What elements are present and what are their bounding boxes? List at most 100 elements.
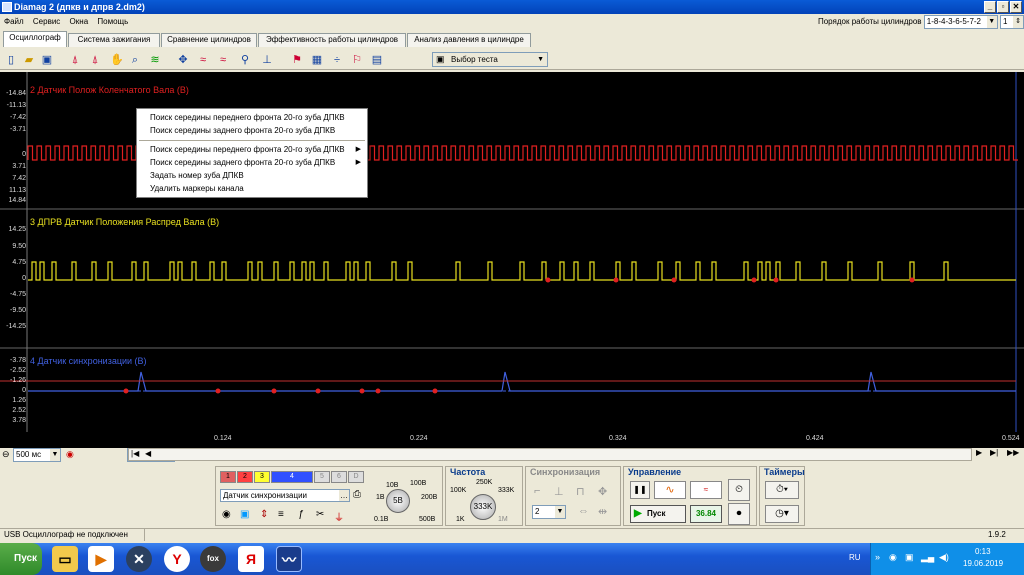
cursor-a-icon[interactable]: ⍋ — [68, 53, 82, 67]
channel-3-button[interactable]: 3 — [254, 471, 270, 483]
channel-4-button[interactable]: 4 — [271, 471, 313, 483]
channel-5-button[interactable]: 5 — [314, 471, 330, 483]
range-knob[interactable]: 5В — [386, 489, 410, 513]
start-button-taskbar[interactable]: Пуск — [0, 543, 42, 575]
more-icon[interactable]: … — [339, 490, 349, 501]
status-version: 1.9.2 — [988, 530, 1006, 539]
pulse-icon[interactable]: ⊓ — [576, 485, 585, 498]
tab-pressure-analysis[interactable]: Анализ давления в цилиндре — [407, 33, 531, 47]
timer-2-button[interactable]: ◷▾ — [765, 505, 799, 523]
xmind-icon[interactable]: ✕ — [126, 546, 152, 572]
menu-file[interactable]: Файл — [4, 17, 24, 26]
menu-item-find-trailing-edge-sub[interactable]: Поиск середины заднего фронта 20-го зуба… — [137, 156, 367, 169]
menu-help[interactable]: Помощь — [97, 17, 128, 26]
close-button[interactable]: ✕ — [1010, 1, 1022, 13]
rising-edge-icon[interactable]: ⌐ — [534, 485, 540, 497]
axis-label: 0 — [22, 387, 26, 394]
timer-1-button[interactable]: ⏱▾ — [765, 481, 799, 499]
auto-scale-icon[interactable]: ≋ — [148, 53, 162, 67]
grid-icon[interactable]: ▦ — [310, 53, 324, 67]
scroll-first-icon[interactable]: |◀ — [131, 449, 139, 458]
tab-cylinder-compare[interactable]: Сравнение цилиндров — [161, 33, 257, 47]
minimize-button[interactable]: _ — [984, 1, 996, 13]
scroll-right-icon[interactable]: ▶ — [976, 448, 982, 457]
save-icon[interactable]: ▣ — [40, 53, 54, 67]
auto-record-button[interactable]: ⏺ — [728, 503, 750, 525]
measure-icon[interactable]: ⚲ — [238, 53, 252, 67]
channel-6-button[interactable]: 6 — [331, 471, 347, 483]
tools-icon[interactable]: ✂ — [316, 509, 324, 520]
channel-1-button[interactable]: 1 — [220, 471, 236, 483]
menu-service[interactable]: Сервис — [33, 17, 60, 26]
restore-button[interactable]: ▫ — [997, 1, 1009, 13]
pause-button[interactable]: ❚❚ — [630, 481, 650, 499]
lines-icon[interactable]: ≡ — [278, 509, 284, 520]
menu-item-set-tooth-number[interactable]: Задать номер зуба ДПКВ — [137, 169, 367, 182]
record-icon[interactable]: ◉ — [66, 449, 74, 460]
color-icon[interactable]: ▣ — [240, 509, 249, 520]
menu-item-find-leading-edge-sub[interactable]: Поиск середины переднего фронта 20-го зу… — [137, 143, 367, 156]
tray-expand-icon[interactable]: » — [875, 552, 880, 562]
cursor-b-icon[interactable]: ⍋ — [88, 53, 102, 67]
network-icon[interactable]: ◉ — [889, 552, 897, 563]
explorer-icon[interactable]: ▭ — [52, 546, 78, 572]
menu-windows[interactable]: Окна — [70, 17, 89, 26]
volume-icon[interactable]: ◀) — [939, 552, 949, 563]
sync-channel-select[interactable]: 2 ▼ — [532, 505, 566, 519]
frequency-knob[interactable]: 333K — [470, 494, 496, 520]
cylinder-order-select[interactable]: 1-8-4-3-6-5-7-2 ▼ — [923, 14, 998, 29]
tab-cylinder-efficiency[interactable]: Эффективность работы цилиндров — [258, 33, 406, 47]
divide-icon[interactable]: ÷ — [330, 53, 344, 67]
start-button[interactable]: ▶ Пуск — [630, 505, 686, 523]
fox-app-icon[interactable]: fox — [200, 546, 226, 572]
menu-item-find-trailing-edge[interactable]: Поиск середины заднего фронта 20-го зуба… — [137, 124, 367, 137]
channel-name-field[interactable]: Датчик синхронизации… — [220, 489, 350, 502]
channel-settings-icon[interactable]: ⎙ — [353, 489, 361, 500]
flag-icon[interactable]: ⚐ — [350, 53, 364, 67]
invert-icon[interactable]: ⇕ — [260, 509, 268, 520]
menu-item-find-leading-edge[interactable]: Поиск середины переднего фронта 20-го зу… — [137, 111, 367, 124]
auto-button[interactable]: ⏲ — [728, 479, 750, 501]
probe-icon[interactable]: ◉ — [222, 509, 231, 520]
test-select[interactable]: ▣ Выбор теста ▼ — [432, 52, 548, 67]
media-player-icon[interactable]: ▶ — [88, 546, 114, 572]
falling-edge-icon[interactable]: ⊥ — [554, 485, 564, 498]
sync-level-icon[interactable]: ⇔ — [578, 505, 589, 517]
waveform-mode-button[interactable]: ∿ — [654, 481, 686, 499]
tab-ignition[interactable]: Система зажигания — [68, 33, 160, 47]
cylinder-number-spinner[interactable]: 1 ⇕ — [1000, 14, 1024, 29]
auto-sync-icon[interactable]: ✥ — [598, 485, 607, 498]
noise-mode-button[interactable]: ≈ — [690, 481, 722, 499]
trigger-icon[interactable]: ⊥ — [260, 53, 274, 67]
split-icon[interactable]: ✥ — [176, 53, 190, 67]
filter-icon[interactable]: ≈ — [216, 53, 230, 67]
dc-icon[interactable]: ⏚ — [334, 509, 344, 524]
hand-icon[interactable]: ✋ — [110, 53, 124, 67]
yandex-icon[interactable]: Я — [238, 546, 264, 572]
function-icon[interactable]: ƒ — [298, 509, 304, 520]
signal-icon[interactable]: ▂▄ — [921, 552, 934, 563]
report-icon[interactable]: ▤ — [370, 53, 384, 67]
channel-2-button[interactable]: 2 — [237, 471, 253, 483]
channel-2-title: 2 Датчик Полож Коленчатого Вала (В) — [30, 85, 189, 95]
zoom-icon[interactable]: ⌕ — [128, 53, 142, 67]
marker-icon[interactable]: ⚑ — [290, 53, 304, 67]
zoom-out-icon[interactable]: ⊖ — [2, 449, 10, 460]
horizontal-scrollbar[interactable]: |◀ ◀ — [128, 448, 972, 461]
tab-oscilloscope[interactable]: Осциллограф — [3, 31, 67, 47]
channel-d-button[interactable]: D — [348, 471, 364, 483]
scroll-left-icon[interactable]: ◀ — [145, 449, 151, 458]
scroll-end-icon[interactable]: ▶▶ — [1007, 448, 1019, 457]
overlay-icon[interactable]: ≈ — [196, 53, 210, 67]
timebase-select[interactable]: 500 мс ▼ — [13, 448, 61, 462]
diamag-taskbar-icon[interactable]: 〰 — [276, 546, 302, 572]
device-icon[interactable]: ▣ — [905, 552, 914, 563]
yandex-browser-icon[interactable]: Y — [164, 546, 190, 572]
menu-item-delete-markers[interactable]: Удалить маркеры канала — [137, 182, 367, 195]
language-indicator[interactable]: RU — [849, 553, 861, 562]
open-folder-icon[interactable]: ▰ — [22, 53, 36, 67]
sync-shift-icon[interactable]: ⇹ — [598, 505, 607, 518]
scroll-last-icon[interactable]: ▶| — [990, 448, 998, 457]
axis-label: 1.26 — [12, 397, 26, 404]
new-file-icon[interactable]: ▯ — [4, 53, 18, 67]
